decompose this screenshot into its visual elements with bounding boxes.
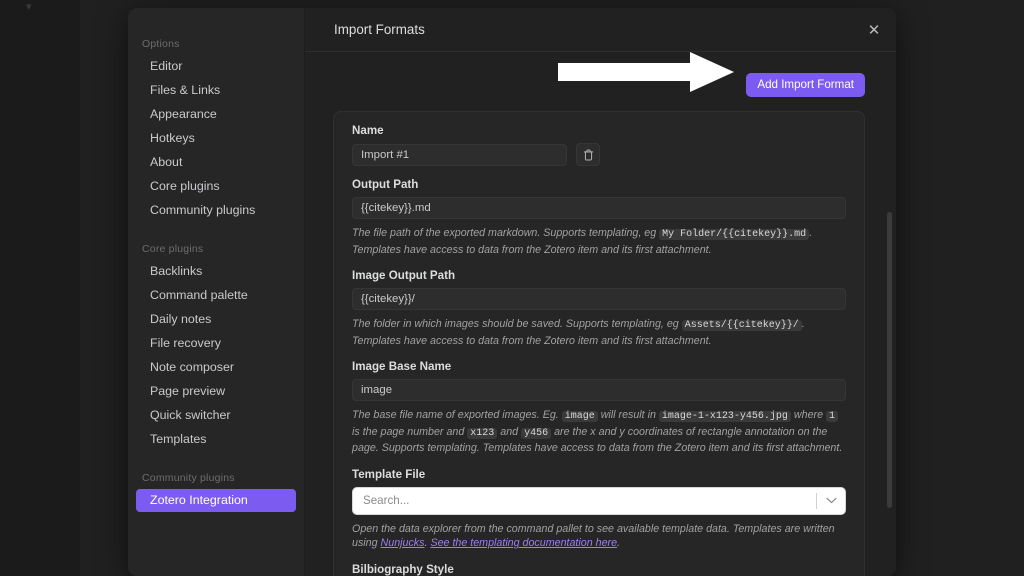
settings-content-pane: Import Formats ✕ Add Import Format Name …	[305, 8, 896, 576]
field-group-image-base-name: Image Base Name image The base file name…	[352, 360, 846, 456]
image-output-path-help: The folder in which images should be sav…	[352, 318, 805, 347]
sidebar-item-hotkeys[interactable]: Hotkeys	[136, 127, 296, 150]
import-format-card: Name Import #1 Output Path {{citekey}}.m…	[333, 111, 865, 576]
page-title: Import Formats	[334, 22, 425, 37]
sidebar-item-file-recovery[interactable]: File recovery	[136, 332, 296, 355]
field-group-template-file: Template File Search... Open the data ex…	[352, 468, 846, 551]
output-path-input[interactable]: {{citekey}}.md	[352, 197, 846, 219]
template-file-help: Open the data explorer from the command …	[352, 522, 835, 550]
sidebar-item-zotero-integration[interactable]: Zotero Integration	[136, 489, 296, 512]
sidebar-item-files-and-links[interactable]: Files & Links	[136, 79, 296, 102]
sidebar-item-editor[interactable]: Editor	[136, 55, 296, 78]
sidebar-item-templates[interactable]: Templates	[136, 428, 296, 451]
settings-modal: Options Editor Files & Links Appearance …	[128, 8, 896, 576]
template-file-select[interactable]: Search...	[352, 486, 846, 515]
chevron-down-icon[interactable]	[817, 497, 845, 504]
field-group-name: Name Import #1	[352, 124, 846, 166]
chevron-down-icon: ▾	[26, 1, 32, 13]
image-base-name-input[interactable]: image	[352, 379, 846, 401]
sidebar-item-backlinks[interactable]: Backlinks	[136, 260, 296, 283]
close-icon[interactable]: ✕	[860, 16, 888, 44]
field-group-bibliography-style: Bilbiography Style Search...	[352, 563, 846, 576]
sidebar-item-note-composer[interactable]: Note composer	[136, 356, 296, 379]
bibliography-style-label: Bilbiography Style	[352, 562, 454, 576]
app-left-pane	[0, 0, 80, 576]
sidebar-section-core-plugins-title: Core plugins	[142, 243, 204, 255]
content-scroll-area[interactable]: Add Import Format Name Import #1 Output …	[305, 52, 896, 576]
settings-sidebar: Options Editor Files & Links Appearance …	[128, 8, 305, 576]
sidebar-item-community-plugins[interactable]: Community plugins	[136, 199, 296, 222]
sidebar-section-options-title: Options	[142, 38, 180, 50]
sidebar-item-appearance[interactable]: Appearance	[136, 103, 296, 126]
content-header: Import Formats ✕	[305, 8, 896, 52]
template-file-label: Template File	[352, 467, 426, 481]
output-path-help: The file path of the exported markdown. …	[352, 227, 813, 256]
field-group-image-output-path: Image Output Path {{citekey}}/ The folde…	[352, 269, 846, 348]
name-input[interactable]: Import #1	[352, 143, 567, 166]
content-toolbar: Add Import Format	[305, 64, 896, 106]
name-row: Import #1	[352, 143, 846, 166]
image-base-name-label: Image Base Name	[352, 360, 452, 373]
add-import-format-button[interactable]: Add Import Format	[746, 72, 865, 98]
sidebar-item-page-preview[interactable]: Page preview	[136, 380, 296, 403]
sidebar-item-daily-notes[interactable]: Daily notes	[136, 308, 296, 331]
image-output-path-label: Image Output Path	[352, 269, 456, 282]
content-scrollbar-thumb[interactable]	[887, 212, 892, 508]
sidebar-item-quick-switcher[interactable]: Quick switcher	[136, 404, 296, 427]
sidebar-item-about[interactable]: About	[136, 151, 296, 174]
sidebar-section-community-plugins-title: Community plugins	[142, 472, 235, 484]
template-file-search-input[interactable]: Search...	[353, 494, 816, 507]
sidebar-item-core-plugins[interactable]: Core plugins	[136, 175, 296, 198]
image-output-path-input[interactable]: {{citekey}}/	[352, 288, 846, 310]
name-label: Name	[352, 124, 384, 137]
sidebar-item-command-palette[interactable]: Command palette	[136, 284, 296, 307]
image-base-name-help: The base file name of exported images. E…	[352, 409, 843, 454]
output-path-label: Output Path	[352, 178, 419, 191]
trash-icon[interactable]	[576, 143, 600, 166]
field-group-output-path: Output Path {{citekey}}.md The file path…	[352, 178, 846, 257]
